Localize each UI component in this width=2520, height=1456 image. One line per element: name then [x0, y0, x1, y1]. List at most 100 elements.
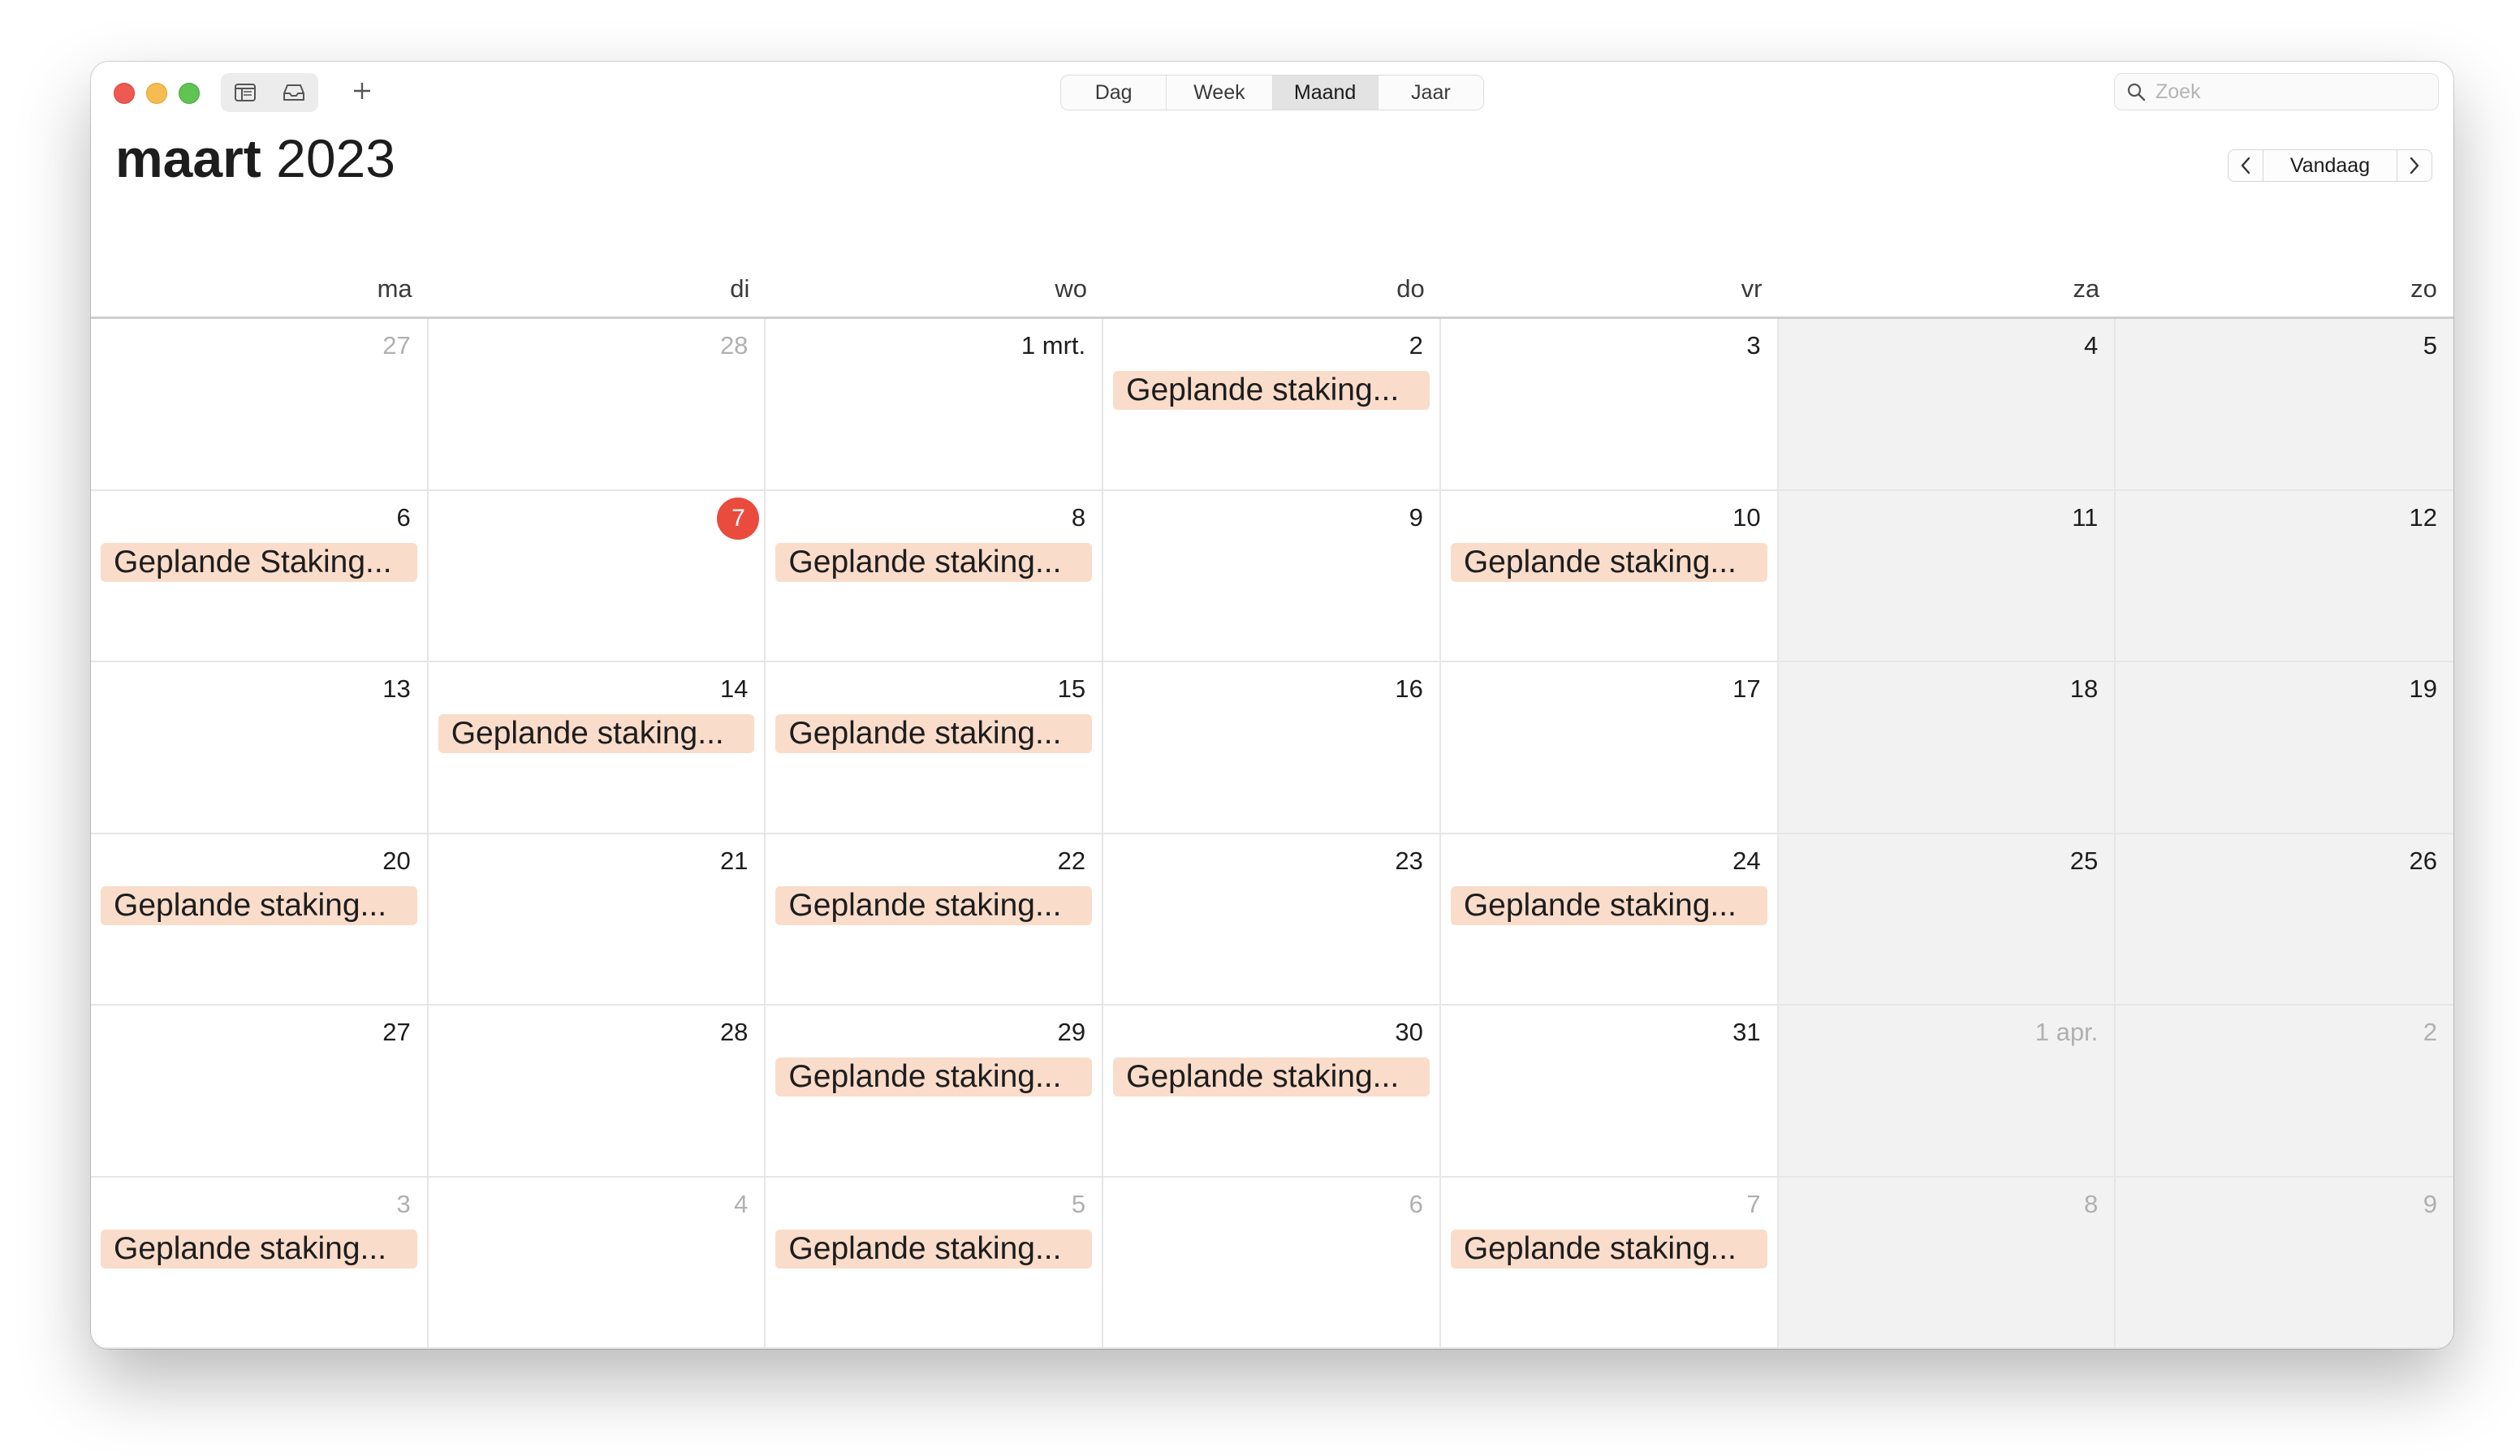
- day-number: 20: [382, 846, 411, 875]
- view-week-button[interactable]: Week: [1167, 75, 1273, 110]
- inbox-icon[interactable]: [270, 73, 318, 112]
- zoom-window-button[interactable]: [179, 83, 200, 104]
- day-cell[interactable]: 24 Geplande staking...: [1440, 834, 1779, 1006]
- day-cell[interactable]: 14 Geplande staking...: [428, 662, 766, 834]
- day-number: 5: [2423, 331, 2437, 360]
- day-cell[interactable]: 15 Geplande staking...: [766, 662, 1104, 834]
- day-cell[interactable]: 27: [91, 1006, 429, 1178]
- calendar-event[interactable]: Geplande staking...: [1113, 371, 1430, 410]
- view-switcher: Dag Week Maand Jaar: [1060, 75, 1484, 110]
- day-number: 8: [1071, 502, 1086, 532]
- close-window-button[interactable]: [114, 83, 135, 104]
- day-number: 12: [2409, 502, 2437, 532]
- day-number: 10: [1732, 502, 1761, 532]
- calendar-event[interactable]: Geplande staking...: [438, 714, 755, 753]
- calendar-event[interactable]: Geplande staking...: [775, 1058, 1093, 1096]
- search-icon: [2126, 82, 2146, 101]
- day-cell[interactable]: 4: [1778, 319, 2117, 491]
- day-cell[interactable]: 26: [2116, 834, 2453, 1006]
- today-date-badge: 7: [717, 497, 760, 540]
- day-cell[interactable]: 21: [428, 834, 766, 1006]
- day-cell[interactable]: 19: [2116, 662, 2453, 834]
- day-cell[interactable]: 31: [1440, 1006, 1779, 1178]
- day-number: 4: [734, 1189, 749, 1218]
- day-number: 21: [719, 846, 749, 875]
- view-year-button[interactable]: Jaar: [1379, 75, 1483, 110]
- day-cell[interactable]: 20 Geplande staking...: [91, 834, 429, 1006]
- day-number: 11: [2072, 502, 2099, 532]
- day-number: 22: [1057, 846, 1086, 875]
- day-number: 14: [719, 674, 749, 703]
- day-number: 31: [1732, 1018, 1761, 1046]
- day-cell[interactable]: 3: [1440, 319, 1779, 491]
- day-cell[interactable]: 9: [2116, 1177, 2453, 1349]
- day-cell[interactable]: 11: [1778, 490, 2117, 662]
- calendar-event[interactable]: Geplande Staking...: [101, 542, 417, 582]
- day-cell[interactable]: 1 apr.: [1778, 1006, 2117, 1178]
- day-cell[interactable]: 8: [1778, 1177, 2117, 1349]
- day-cell[interactable]: 10 Geplande staking...: [1440, 490, 1779, 662]
- search-input[interactable]: [2154, 79, 2417, 105]
- day-cell[interactable]: 6: [1103, 1177, 1441, 1349]
- day-cell[interactable]: 29 Geplande staking...: [766, 1006, 1104, 1178]
- day-number: 6: [1409, 1189, 1423, 1218]
- day-cell[interactable]: 4: [428, 1177, 766, 1349]
- calendar-list-icon[interactable]: [221, 73, 270, 112]
- add-event-button[interactable]: [343, 70, 382, 112]
- day-cell[interactable]: 17: [1440, 662, 1779, 834]
- day-cell[interactable]: 25: [1778, 834, 2117, 1006]
- day-number: 8: [2084, 1189, 2099, 1218]
- day-cell[interactable]: 5 Geplande staking...: [766, 1177, 1104, 1349]
- today-button[interactable]: Vandaag: [2263, 149, 2397, 182]
- calendar-event[interactable]: Geplande staking...: [101, 885, 417, 925]
- view-day-button[interactable]: Dag: [1061, 75, 1167, 110]
- day-cell[interactable]: 8 Geplande staking...: [766, 490, 1104, 662]
- day-cell[interactable]: 13: [91, 662, 429, 834]
- calendar-event[interactable]: Geplande staking...: [1113, 1058, 1430, 1096]
- day-cell[interactable]: 5: [2116, 319, 2453, 491]
- previous-month-button[interactable]: [2228, 149, 2263, 182]
- day-cell[interactable]: 18: [1778, 662, 2117, 834]
- day-cell[interactable]: 7 Geplande staking...: [1440, 1177, 1779, 1349]
- calendar-event[interactable]: Geplande staking...: [1450, 1229, 1767, 1269]
- day-cell[interactable]: 30 Geplande staking...: [1103, 1006, 1441, 1178]
- weekday-label: za: [2073, 274, 2100, 303]
- day-cell[interactable]: 1 mrt.: [766, 319, 1104, 491]
- day-cell[interactable]: 9: [1103, 490, 1441, 662]
- chevron-right-icon: [2410, 157, 2419, 174]
- day-cell[interactable]: 12: [2116, 490, 2453, 662]
- calendar-event[interactable]: Geplande staking...: [775, 714, 1093, 753]
- title-bar: Dag Week Maand Jaar: [91, 62, 2453, 151]
- day-number: 13: [382, 674, 411, 703]
- month-navigation: Vandaag: [2228, 149, 2432, 185]
- calendar-event[interactable]: Geplande staking...: [775, 885, 1093, 925]
- day-number: 3: [396, 1189, 411, 1218]
- day-cell[interactable]: 23: [1103, 834, 1441, 1006]
- day-cell[interactable]: 16: [1103, 662, 1441, 834]
- calendar-event[interactable]: Geplande staking...: [775, 1229, 1093, 1269]
- day-cell[interactable]: 3 Geplande staking...: [91, 1177, 429, 1349]
- day-cell[interactable]: 28: [428, 319, 766, 491]
- weekday-label: wo: [1055, 274, 1088, 303]
- calendar-event[interactable]: Geplande staking...: [1450, 542, 1767, 582]
- day-number: 24: [1732, 846, 1761, 875]
- day-number: 1 mrt.: [1021, 331, 1086, 360]
- day-cell[interactable]: 7: [428, 490, 766, 662]
- day-cell[interactable]: 28: [428, 1006, 766, 1178]
- view-month-button[interactable]: Maand: [1272, 75, 1379, 110]
- day-cell[interactable]: 2 Geplande staking...: [1103, 319, 1441, 491]
- day-number: 18: [2069, 674, 2099, 703]
- day-number: 15: [1057, 674, 1086, 703]
- calendar-event[interactable]: Geplande staking...: [101, 1229, 417, 1269]
- next-month-button[interactable]: [2397, 149, 2432, 182]
- day-number: 29: [1057, 1018, 1086, 1046]
- minimize-window-button[interactable]: [146, 83, 167, 104]
- weekday-label: vr: [1741, 274, 1763, 303]
- day-cell[interactable]: 22 Geplande staking...: [766, 834, 1104, 1006]
- day-cell[interactable]: 27: [91, 319, 429, 491]
- calendar-event[interactable]: Geplande staking...: [775, 542, 1093, 582]
- calendar-event[interactable]: Geplande staking...: [1450, 885, 1767, 925]
- day-cell[interactable]: 6 Geplande Staking...: [91, 490, 429, 662]
- day-cell[interactable]: 2: [2116, 1006, 2453, 1178]
- weekday-label: ma: [377, 274, 412, 303]
